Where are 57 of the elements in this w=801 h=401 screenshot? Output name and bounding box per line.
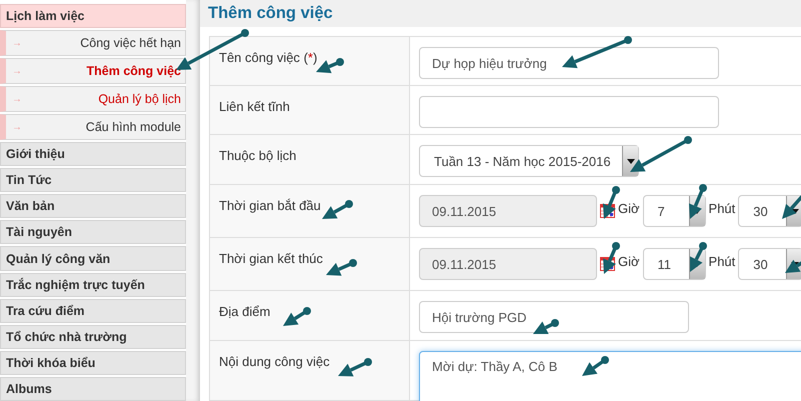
arrow-glyph: → (12, 38, 22, 49)
sidebar-item[interactable]: Văn bản (0, 194, 186, 218)
hour-select[interactable]: 7 (642, 195, 706, 227)
sidebar-item[interactable]: Quản lý công văn (0, 246, 186, 271)
arrow-glyph: → (12, 94, 22, 105)
submenu-item[interactable]: → Công việc hết hạn (0, 30, 186, 56)
submenu-label: Cấu hình module (86, 120, 181, 134)
submenu-label: Quản lý bộ lịch (98, 92, 181, 106)
arrow-glyph: → (12, 66, 22, 77)
minute-label: Phút (708, 200, 736, 216)
submenu-label: Thêm công việc (86, 64, 181, 78)
text-field[interactable]: Hội trường PGD (419, 301, 689, 333)
sidebar-item[interactable]: Albums (0, 376, 186, 401)
page-title: Thêm công việc (207, 3, 334, 24)
annotation-arrow (283, 307, 311, 326)
field-label: Nội dung công việc (210, 341, 410, 401)
minute-select[interactable]: 30 (738, 248, 801, 280)
annotation-arrow (326, 259, 357, 276)
annotation-arrow (690, 242, 707, 272)
annotation-arrow (533, 319, 559, 334)
annotation-arrow (562, 36, 632, 68)
sidebar-item[interactable]: Tin Tức (0, 168, 186, 192)
sidebar-item[interactable]: Tra cứu điểm (0, 298, 186, 323)
minute-label: Phút (708, 253, 736, 269)
annotation-arrow (688, 184, 707, 219)
hour-label: Giờ (618, 200, 640, 216)
hour-select[interactable]: 11 (642, 248, 706, 280)
field-label: Thuộc bộ lịch (210, 135, 410, 185)
annotation-arrow (316, 58, 344, 74)
textarea-field[interactable]: Mời dự: Thầy A, Cô B (419, 351, 801, 401)
field-label: Thời gian kết thúc (210, 238, 410, 291)
annotation-arrow (322, 200, 353, 219)
sidebar-item[interactable]: Tổ chức nhà trường (0, 324, 186, 349)
arrow-glyph: → (12, 122, 22, 133)
sidebar-item[interactable]: Lịch làm việc (0, 4, 186, 28)
field-label: Liên kết tĩnh (210, 86, 410, 135)
submenu-label: Công việc hết hạn (80, 36, 181, 50)
submenu-item[interactable]: → Thêm công việc (0, 58, 186, 84)
sidebar-item[interactable]: Trắc nghiệm trực tuyến (0, 272, 186, 297)
annotation-arrow (602, 186, 620, 219)
sidebar-item[interactable]: Tài nguyên (0, 220, 186, 244)
text-field[interactable]: Dự họp hiệu trưởng (419, 47, 719, 79)
caret-icon (626, 158, 634, 164)
field-label: Địa điểm (210, 291, 410, 341)
text-field[interactable] (419, 96, 719, 128)
annotation-arrow (630, 136, 692, 172)
annotation-arrow (338, 358, 372, 376)
sidebar-item[interactable]: Thời khóa biểu (0, 350, 186, 375)
field-label: Tên công việc (*) (210, 37, 410, 86)
annotation-arrow (582, 356, 609, 376)
submenu-item[interactable]: → Quản lý bộ lịch (0, 86, 186, 112)
field-label: Thời gian bắt đầu (210, 185, 410, 238)
minute-select[interactable]: 30 (738, 195, 801, 227)
hour-label: Giờ (618, 253, 640, 269)
sidebar-item[interactable]: Giới thiệu (0, 142, 186, 166)
submenu-item[interactable]: → Cấu hình module (0, 114, 186, 140)
select-field[interactable]: Tuần 13 - Năm học 2015-2016 (419, 145, 639, 177)
